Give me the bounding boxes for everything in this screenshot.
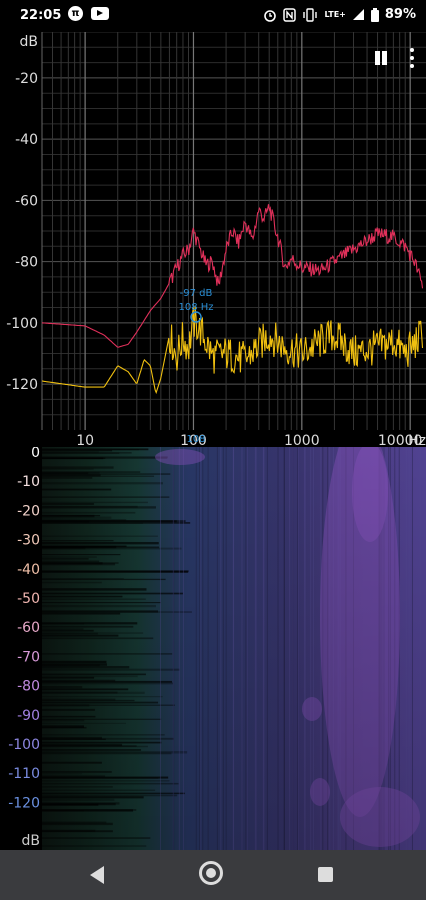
clock: 22:05 bbox=[20, 8, 62, 23]
spectrogram-tick-label: -50 bbox=[17, 591, 40, 607]
vibrate-icon bbox=[303, 7, 318, 22]
spectrogram-tick-label: -20 bbox=[17, 503, 40, 519]
nfc-icon bbox=[283, 7, 297, 22]
status-bar: 22:05 π LTE+ 89% bbox=[0, 0, 426, 32]
spectrogram-tick-label: -120 bbox=[8, 795, 40, 811]
cursor-db-label: -97 dB bbox=[180, 288, 213, 299]
home-icon[interactable] bbox=[199, 861, 223, 885]
battery-percent: 89% bbox=[384, 7, 416, 22]
y-unit-label: dB bbox=[20, 34, 39, 50]
spectrogram-tick-label: -70 bbox=[17, 649, 40, 665]
spectrogram[interactable]: 0 -10 -20 -30 -40 -50 -60 -70 -80 -90 -100 -110 -120… bbox=[0, 447, 426, 850]
pi-icon: π bbox=[68, 6, 83, 21]
x-tick-label: 10 bbox=[76, 433, 94, 447]
spectrogram-tick-label: -110 bbox=[8, 766, 40, 782]
spectrogram-tick-label: 0 bbox=[31, 447, 40, 461]
recents-icon[interactable] bbox=[318, 867, 333, 882]
y-tick-label: -80 bbox=[15, 255, 38, 271]
youtube-icon bbox=[91, 7, 109, 20]
spectrogram-tick-label: -10 bbox=[17, 474, 40, 490]
spectrogram-tick-label: -30 bbox=[17, 533, 40, 549]
pause-icon[interactable] bbox=[372, 49, 390, 67]
spectrum-background bbox=[0, 32, 426, 447]
back-icon[interactable] bbox=[90, 866, 104, 884]
y-tick-label: -120 bbox=[6, 377, 38, 393]
x-tick-label: 1000 bbox=[284, 433, 320, 447]
alarm-icon bbox=[264, 9, 277, 22]
navigation-bar bbox=[0, 850, 426, 900]
cursor-axis-marker: 108 bbox=[186, 434, 205, 445]
x-tick-label: 10000 bbox=[378, 433, 423, 447]
y-tick-label: -100 bbox=[6, 316, 38, 332]
spectrogram-tick-label: -80 bbox=[17, 679, 40, 695]
battery-icon bbox=[370, 7, 379, 22]
y-tick-label: -40 bbox=[15, 132, 38, 148]
spectrogram-tick-label: -60 bbox=[17, 620, 40, 636]
spectrogram-tick-label: -40 bbox=[17, 562, 40, 578]
toolbar bbox=[372, 48, 416, 68]
cursor-hz-label: 108 Hz bbox=[178, 302, 213, 313]
more-vert-icon[interactable] bbox=[410, 48, 416, 68]
network-label: LTE+ bbox=[324, 10, 346, 19]
spectrogram-tick-label: -100 bbox=[8, 737, 40, 753]
spectrum-chart[interactable]: dB Hz -20-40-60-80-100-12010 100 1000 10000… bbox=[0, 32, 426, 447]
spectrogram-tick-label: -90 bbox=[17, 708, 40, 724]
signal-icon bbox=[352, 9, 364, 20]
y-tick-label: -20 bbox=[15, 71, 38, 87]
y-tick-label: -60 bbox=[15, 193, 38, 209]
spectrogram-unit-label: dB bbox=[22, 833, 41, 849]
